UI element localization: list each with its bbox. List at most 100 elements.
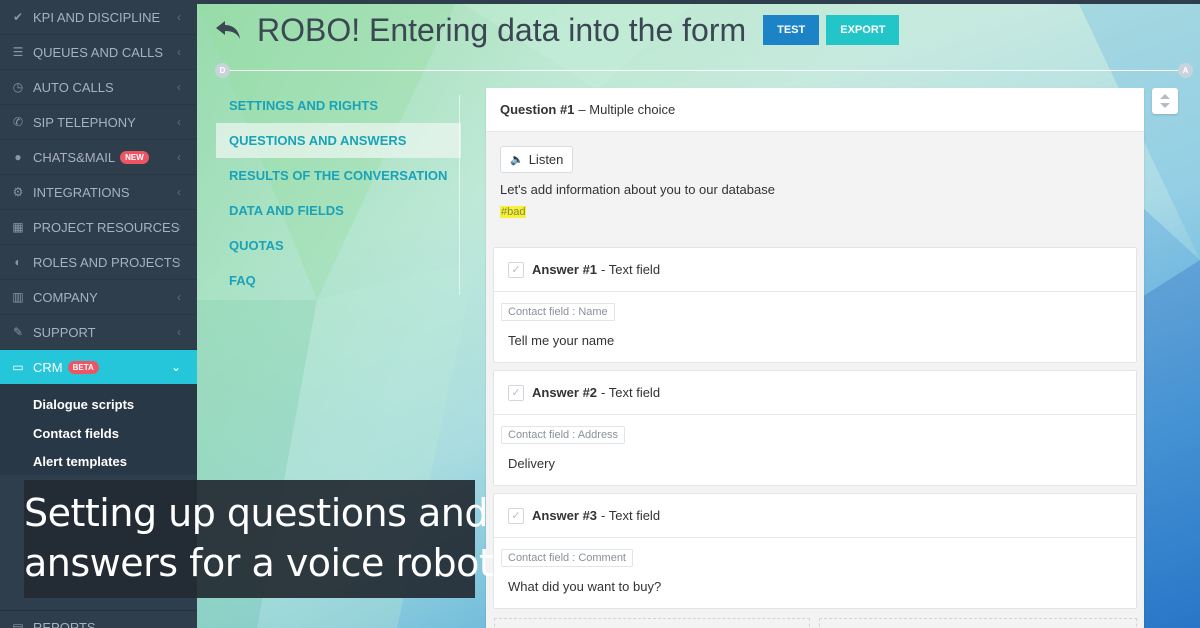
- question-text: Let's add information about you to our d…: [500, 182, 775, 197]
- answer-type: - Text field: [601, 385, 661, 400]
- contact-field-badge: Contact field : Address: [501, 426, 626, 444]
- add-answer-placeholder[interactable]: [819, 618, 1137, 628]
- chat-icon: ●: [14, 150, 22, 164]
- sidebar-item-reports[interactable]: ▤ REPORTS: [0, 610, 197, 628]
- menu-quotas[interactable]: QUOTAS: [216, 228, 461, 263]
- answer-number: Answer #3: [532, 508, 598, 523]
- chevron-down-icon: ⌄: [170, 360, 181, 374]
- page-header: ROBO! Entering data into the form TEST E…: [213, 10, 900, 50]
- sidebar-item-project-resources[interactable]: ▦ PROJECT RESOURCES ‹: [0, 210, 197, 245]
- sidebar-item-kpi[interactable]: ✔ KPI AND DISCIPLINE ‹: [0, 0, 197, 35]
- sidebar-item-sip[interactable]: ✆ SIP TELEPHONY ‹: [0, 105, 197, 140]
- menu-results-of-conversation[interactable]: RESULTS OF THE CONVERSATION: [216, 158, 461, 193]
- question-tag[interactable]: #bad: [500, 206, 527, 218]
- caption-overlay: Setting up questions and answers for a v…: [24, 480, 494, 598]
- question-type: – Multiple choice: [578, 102, 676, 117]
- sidebar-item-label: QUEUES AND CALLS: [33, 44, 164, 60]
- submenu-item-alert-templates[interactable]: Alert templates: [0, 447, 197, 475]
- sidebar-item-label: KPI AND DISCIPLINE: [33, 9, 161, 25]
- sidebar-item-auto-calls[interactable]: ◷ AUTO CALLS ‹: [0, 70, 197, 105]
- sidebar-item-queues[interactable]: ☰ QUEUES AND CALLS ‹: [0, 35, 197, 70]
- chevron-left-icon: ‹: [177, 150, 181, 164]
- answer-text: Tell me your name: [508, 333, 615, 348]
- back-arrow-icon[interactable]: [213, 15, 243, 45]
- grid-icon: ▦: [12, 220, 24, 234]
- answer-type: - Text field: [601, 508, 661, 523]
- answer-header: ✓ Answer #2 - Text field: [494, 371, 1136, 415]
- sidebar-item-label: REPORTS: [33, 620, 96, 628]
- caption-line: Setting up questions and: [24, 491, 488, 535]
- checkbox-icon[interactable]: ✓: [508, 384, 524, 401]
- page-title: ROBO! Entering data into the form: [257, 11, 747, 48]
- sidebar-item-label: CHATS&MAIL: [33, 149, 116, 165]
- check-icon: ✔: [12, 10, 24, 24]
- sidebar-item-support[interactable]: ✎ SUPPORT ‹: [0, 315, 197, 350]
- answer-number: Answer #2: [532, 385, 598, 400]
- export-button[interactable]: EXPORT: [826, 15, 900, 45]
- chevron-left-icon: ‹: [177, 255, 181, 269]
- question-header: Question #1 – Multiple choice: [486, 88, 1144, 132]
- sidebar-item-label: SUPPORT: [33, 324, 96, 340]
- chevron-left-icon: ‹: [177, 220, 181, 234]
- answer-card: ✓ Answer #3 - Text field Contact field :…: [493, 493, 1137, 609]
- sidebar-item-label: COMPANY: [33, 289, 98, 305]
- menu-faq[interactable]: FAQ: [216, 263, 461, 298]
- list-icon: ☰: [12, 45, 24, 59]
- submenu-item-dialogue-scripts[interactable]: Dialogue scripts: [0, 389, 197, 419]
- speaker-icon: 🔈: [510, 154, 524, 166]
- checkbox-icon[interactable]: ✓: [508, 261, 524, 278]
- answer-card: ✓ Answer #2 - Text field Contact field :…: [493, 370, 1137, 486]
- answer-header: ✓ Answer #3 - Text field: [494, 494, 1136, 538]
- contact-field-badge: Contact field : Name: [501, 303, 615, 321]
- section-menu: SETTINGS AND RIGHTS QUESTIONS AND ANSWER…: [216, 88, 461, 298]
- answer-type: - Text field: [601, 262, 661, 277]
- crm-submenu: Dialogue scripts Contact fields Alert te…: [0, 385, 197, 475]
- answer-card: ✓ Answer #1 - Text field Contact field :…: [493, 247, 1137, 363]
- question-panel: Question #1 – Multiple choice 🔈 Listen L…: [486, 88, 1144, 628]
- answer-number: Answer #1: [532, 262, 598, 277]
- add-answer-placeholder[interactable]: [494, 618, 810, 628]
- question-number: Question #1: [500, 102, 575, 117]
- submenu-item-contact-fields[interactable]: Contact fields: [0, 419, 197, 447]
- sidebar-item-crm[interactable]: ▭ CRM BETA ⌄: [0, 350, 197, 385]
- chevron-left-icon: ‹: [177, 45, 181, 59]
- sidebar-item-roles[interactable]: ◐ ROLES AND PROJECTS ‹: [0, 245, 197, 280]
- sidebar-item-label: INTEGRATIONS: [33, 184, 130, 200]
- chevron-left-icon: ‹: [177, 290, 181, 304]
- sort-handle[interactable]: [1152, 88, 1178, 114]
- clock-icon: ◷: [12, 80, 24, 94]
- answer-text: What did you want to buy?: [508, 579, 662, 594]
- phone-icon: ✆: [12, 115, 24, 129]
- timeline-start-marker[interactable]: D: [215, 63, 230, 78]
- chevron-left-icon: ‹: [177, 80, 181, 94]
- answer-header: ✓ Answer #1 - Text field: [494, 248, 1136, 292]
- wrench-icon: ✎: [12, 325, 24, 339]
- listen-button[interactable]: 🔈 Listen: [500, 146, 574, 173]
- listen-label: Listen: [528, 152, 564, 167]
- sidebar-item-label: AUTO CALLS: [33, 79, 114, 95]
- menu-questions-and-answers[interactable]: QUESTIONS AND ANSWERS: [216, 123, 461, 158]
- sidebar-item-integrations[interactable]: ⚙ INTEGRATIONS ‹: [0, 175, 197, 210]
- chevron-left-icon: ‹: [177, 185, 181, 199]
- contact-field-badge: Contact field : Comment: [501, 549, 633, 567]
- timeline-end-marker[interactable]: A: [1178, 63, 1193, 78]
- chevron-left-icon: ‹: [177, 115, 181, 129]
- sidebar-item-chats[interactable]: ● CHATS&MAIL NEW ‹: [0, 140, 197, 175]
- sidebar-item-company[interactable]: ▥ COMPANY ‹: [0, 280, 197, 315]
- beta-badge: BETA: [67, 360, 99, 374]
- sidebar-item-label: PROJECT RESOURCES: [33, 219, 180, 235]
- sidebar-item-label: SIP TELEPHONY: [33, 114, 136, 130]
- sort-icon: [1160, 94, 1170, 108]
- card-icon: ▭: [12, 360, 24, 374]
- chevron-left-icon: ‹: [177, 325, 181, 339]
- menu-settings-and-rights[interactable]: SETTINGS AND RIGHTS: [216, 88, 461, 123]
- top-strip: [197, 0, 1200, 4]
- sidebar-item-label: ROLES AND PROJECTS: [33, 254, 181, 270]
- test-button[interactable]: TEST: [763, 15, 820, 45]
- timeline: D A: [215, 63, 1193, 78]
- cogs-icon: ⚙: [12, 185, 24, 199]
- reports-icon: ▤: [12, 620, 24, 628]
- bar-chart-icon: ▥: [12, 290, 24, 304]
- menu-data-and-fields[interactable]: DATA AND FIELDS: [216, 193, 461, 228]
- checkbox-icon[interactable]: ✓: [508, 507, 524, 524]
